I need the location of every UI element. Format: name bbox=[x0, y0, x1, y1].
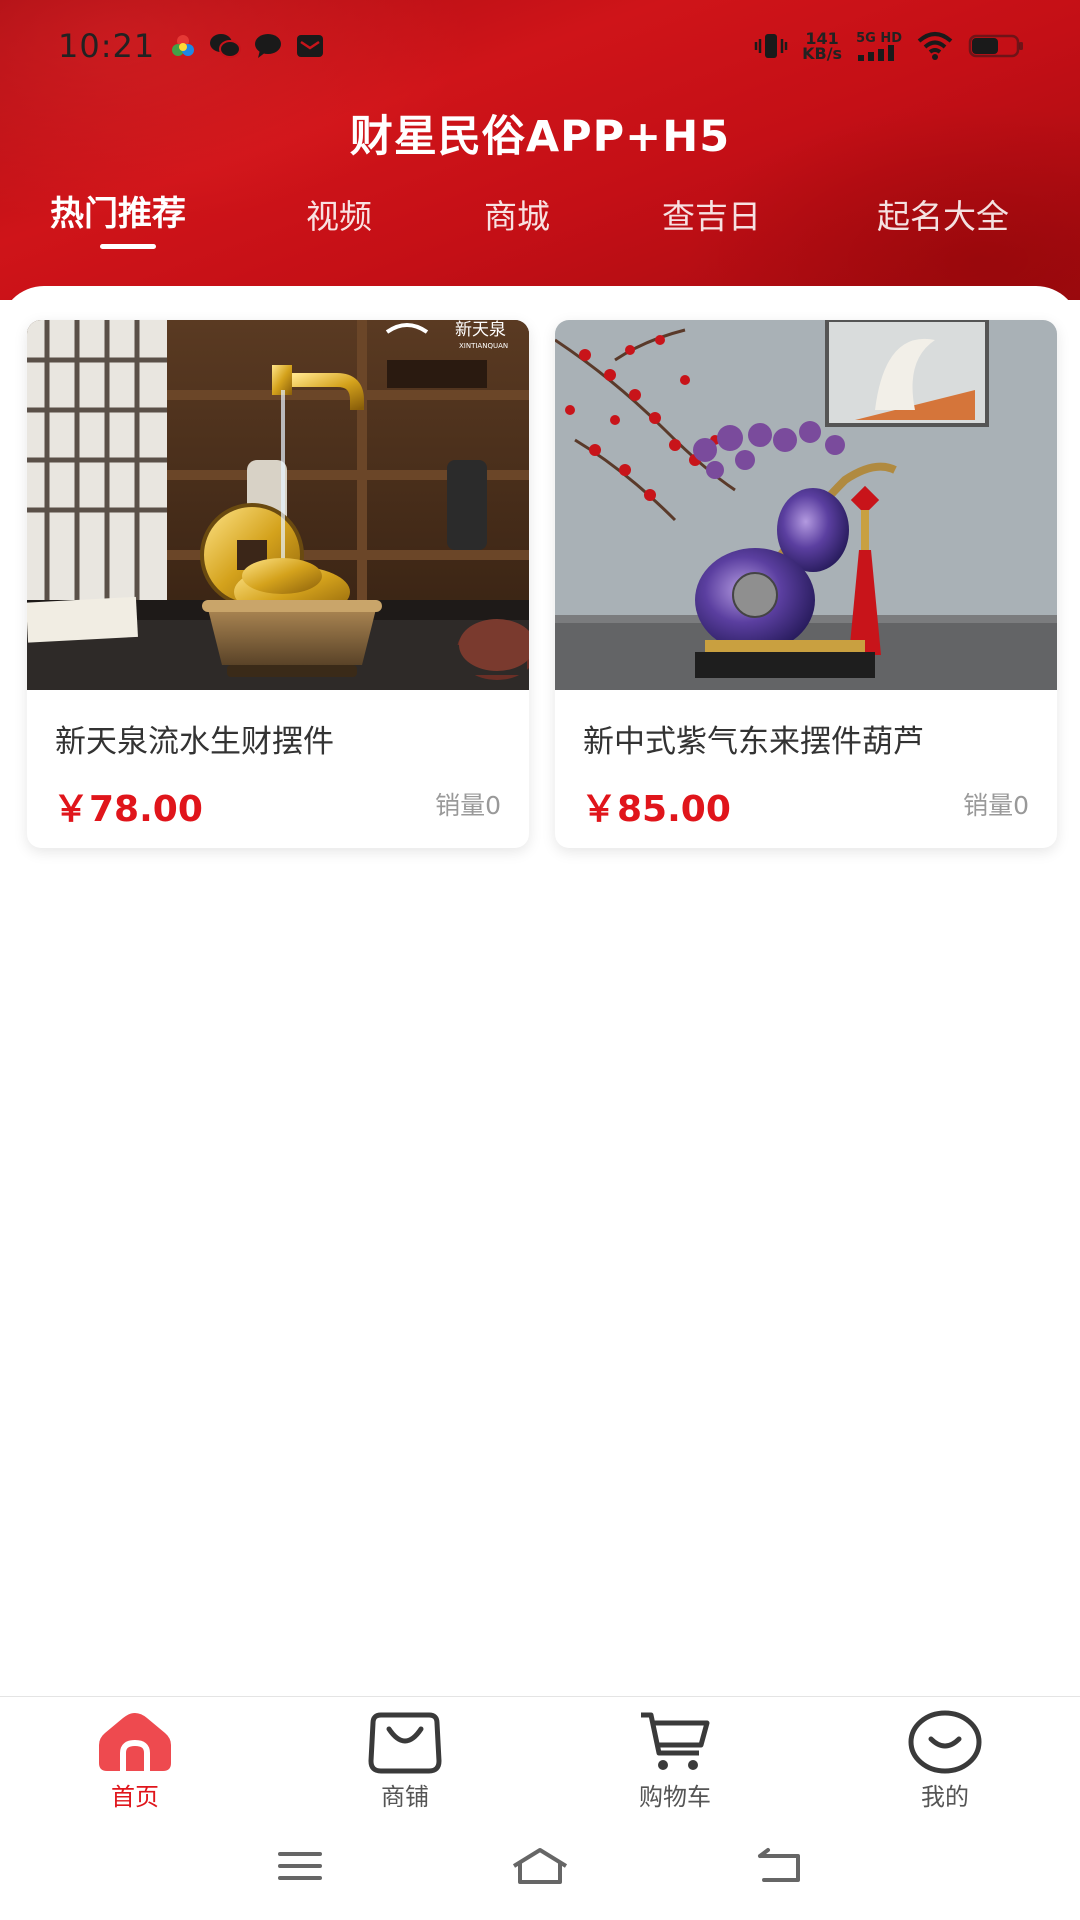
shop-bag-icon bbox=[368, 1712, 442, 1774]
nav-label: 首页 bbox=[111, 1783, 159, 1811]
active-tab-indicator bbox=[100, 244, 156, 249]
status-bar: 10:21 141 KB/s 5G HD bbox=[0, 0, 1080, 92]
product-card[interactable]: 新中式紫气东来摆件葫芦 ￥85.00 销量0 bbox=[555, 320, 1057, 848]
app-title: 财星民俗APP+H5 bbox=[349, 112, 731, 162]
signal-bars-icon bbox=[858, 44, 895, 61]
product-title: 新天泉流水生财摆件 bbox=[55, 724, 334, 760]
product-card[interactable]: 新天泉 XINTIANQUAN 新天泉流水生财摆件 ￥78.00 销量0 bbox=[27, 320, 529, 848]
nav-shop[interactable]: 商铺 bbox=[335, 1709, 475, 1812]
nav-label: 我的 bbox=[921, 1783, 969, 1811]
nav-label: 购物车 bbox=[639, 1783, 711, 1811]
vibrate-icon bbox=[754, 34, 788, 58]
image-brand-subtext: XINTIANQUAN bbox=[459, 342, 508, 350]
status-notification-icons bbox=[169, 32, 325, 60]
product-sales: 销量0 bbox=[963, 791, 1029, 820]
fountain-ornament-image: 新天泉 XINTIANQUAN bbox=[27, 320, 529, 690]
net-speed: 141 KB/s bbox=[802, 31, 843, 63]
app-screen: 10:21 141 KB/s 5G HD 财星民俗APP+H5 热门推荐 视频 … bbox=[0, 0, 1080, 1920]
color-app-icon bbox=[172, 35, 195, 56]
bottom-tab-bar: 首页 商铺 购物车 我的 bbox=[0, 1696, 1080, 1818]
smile-icon bbox=[908, 1710, 982, 1774]
wifi-icon bbox=[917, 32, 953, 60]
product-price: ￥85.00 bbox=[581, 789, 731, 830]
menu-icon[interactable] bbox=[276, 1846, 324, 1886]
product-list: 新天泉 XINTIANQUAN 新天泉流水生财摆件 ￥78.00 销量0 新中式… bbox=[0, 286, 1080, 1696]
tab-lucky-day[interactable]: 查吉日 bbox=[662, 190, 761, 238]
tab-mall[interactable]: 商城 bbox=[484, 190, 550, 238]
back-icon[interactable] bbox=[754, 1846, 806, 1886]
wechat-icon bbox=[210, 34, 242, 58]
cellular-signal: 5G HD bbox=[856, 32, 902, 61]
battery-icon bbox=[968, 34, 1023, 58]
home-icon bbox=[99, 1713, 171, 1771]
header: 10:21 141 KB/s 5G HD 财星民俗APP+H5 热门推荐 视频 … bbox=[0, 0, 1080, 300]
nav-label: 商铺 bbox=[381, 1783, 429, 1811]
cart-icon bbox=[641, 1712, 710, 1770]
mail-icon bbox=[297, 35, 324, 57]
product-title: 新中式紫气东来摆件葫芦 bbox=[583, 724, 924, 760]
product-price: ￥78.00 bbox=[53, 789, 203, 830]
message-icon bbox=[255, 34, 282, 58]
network-label: 5G HD bbox=[856, 30, 902, 46]
category-tabs: 热门推荐 视频 商城 查吉日 起名大全 bbox=[0, 190, 1080, 260]
system-home-icon[interactable] bbox=[510, 1846, 570, 1886]
nav-home[interactable]: 首页 bbox=[65, 1709, 205, 1812]
tab-hot-recommend[interactable]: 热门推荐 bbox=[50, 186, 186, 235]
net-speed-unit: KB/s bbox=[802, 44, 843, 63]
nav-cart[interactable]: 购物车 bbox=[605, 1709, 745, 1812]
image-brand-text: 新天泉 bbox=[455, 320, 506, 340]
nav-mine[interactable]: 我的 bbox=[875, 1709, 1015, 1812]
tab-video[interactable]: 视频 bbox=[306, 190, 372, 238]
system-nav-bar bbox=[0, 1818, 1080, 1920]
status-time: 10:21 bbox=[58, 27, 156, 65]
product-image: 新天泉 XINTIANQUAN bbox=[27, 320, 529, 690]
tab-naming[interactable]: 起名大全 bbox=[877, 190, 1009, 238]
product-image bbox=[555, 320, 1057, 690]
gourd-ornament-image bbox=[555, 320, 1057, 690]
status-system-icons: 141 KB/s 5G HD bbox=[754, 31, 1024, 63]
product-sales: 销量0 bbox=[435, 791, 501, 820]
